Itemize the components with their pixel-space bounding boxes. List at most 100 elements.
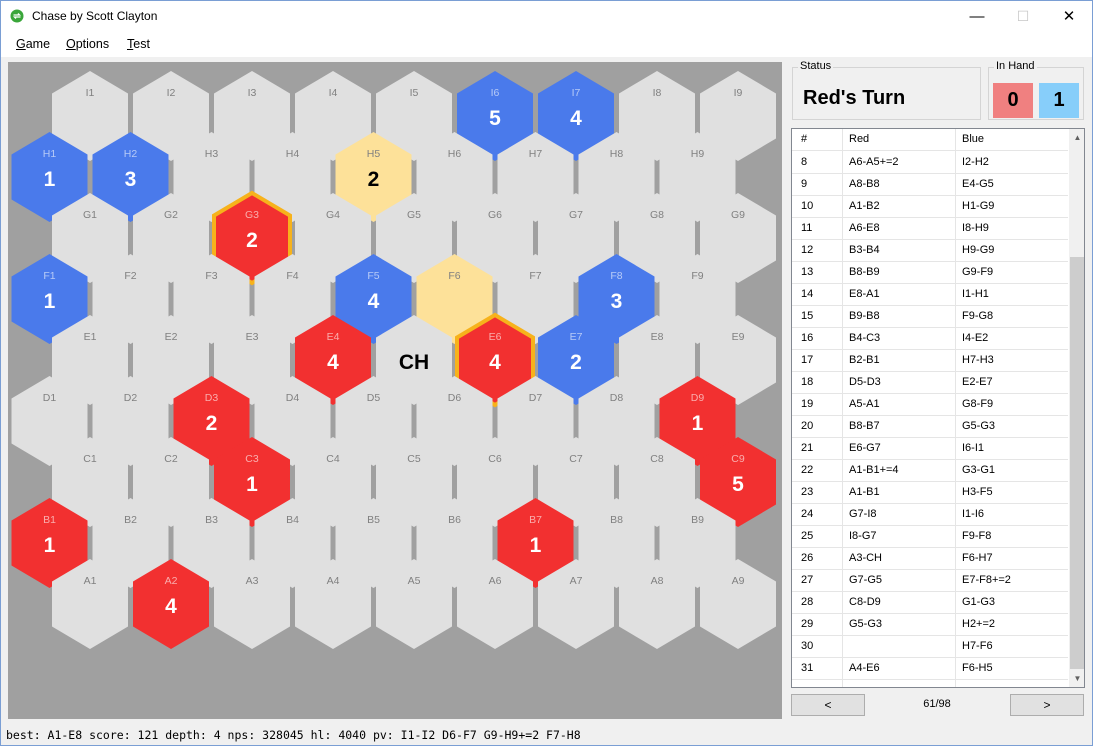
header-red[interactable]: Red bbox=[849, 133, 869, 145]
hex-label: E9 bbox=[732, 331, 745, 343]
hex-label: I5 bbox=[410, 87, 419, 99]
blue-move: F9-G8 bbox=[962, 310, 994, 322]
piece-value: 1 bbox=[44, 290, 56, 313]
minimize-button[interactable]: — bbox=[954, 1, 1000, 32]
hex-label: E3 bbox=[246, 331, 259, 343]
hex-label: F9 bbox=[691, 270, 703, 282]
red-move: A6-E8 bbox=[849, 222, 880, 234]
hex-label: G2 bbox=[164, 209, 178, 221]
move-row[interactable]: 26 A3-CH F6-H7 bbox=[792, 548, 1068, 570]
menu-options[interactable]: Options bbox=[66, 37, 109, 51]
piece-value: 4 bbox=[368, 290, 380, 313]
engine-status: best: A1-E8 score: 121 depth: 4 nps: 328… bbox=[6, 728, 581, 742]
hex-label: F7 bbox=[529, 270, 541, 282]
hex-label: D4 bbox=[286, 392, 300, 404]
move-row[interactable]: 17 B2-B1 H7-H3 bbox=[792, 350, 1068, 372]
hex-label: A9 bbox=[732, 575, 745, 587]
previous-move-button[interactable]: < bbox=[791, 694, 865, 716]
hex-label: A5 bbox=[408, 575, 421, 587]
move-row[interactable]: 15 B9-B8 F9-G8 bbox=[792, 306, 1068, 328]
hex-label: F1 bbox=[43, 270, 55, 282]
blue-move: F6-H7 bbox=[962, 552, 993, 564]
blue-move: I1-I6 bbox=[962, 508, 985, 520]
move-row[interactable]: 16 B4-C3 I4-E2 bbox=[792, 328, 1068, 350]
red-move: A1-B2 bbox=[849, 200, 880, 212]
hex-label: D9 bbox=[691, 392, 705, 404]
move-row[interactable]: 31 A4-E6 F6-H5 bbox=[792, 658, 1068, 680]
move-list-scrollbar[interactable]: ▲ ▼ bbox=[1069, 129, 1084, 687]
move-number: 11 bbox=[801, 222, 813, 234]
red-move: B8-B7 bbox=[849, 420, 880, 432]
hex-label: H6 bbox=[448, 148, 462, 160]
hex-label: D6 bbox=[448, 392, 462, 404]
hex-label: B6 bbox=[448, 514, 461, 526]
menu-test[interactable]: Test bbox=[127, 37, 150, 51]
piece-value: 2 bbox=[206, 412, 218, 435]
title-bar[interactable]: Chase by Scott Clayton — ☐ ✕ bbox=[1, 1, 1092, 32]
red-move: B9-B8 bbox=[849, 310, 880, 322]
red-in-hand: 0 bbox=[993, 83, 1033, 118]
blue-move: I8-H9 bbox=[962, 222, 989, 234]
menu-game[interactable]: Game bbox=[16, 37, 50, 51]
move-row[interactable]: 14 E8-A1 I1-H1 bbox=[792, 284, 1068, 306]
red-move: A1-B1+=4 bbox=[849, 464, 899, 476]
move-row[interactable]: 21 E6-G7 I6-I1 bbox=[792, 438, 1068, 460]
scroll-down-icon[interactable]: ▼ bbox=[1069, 670, 1084, 687]
hex-label: A3 bbox=[246, 575, 259, 587]
move-row[interactable]: 8 A6-A5+=2 I2-H2 bbox=[792, 152, 1068, 174]
piece-value: 1 bbox=[246, 473, 258, 496]
move-number: 16 bbox=[801, 332, 814, 344]
piece-value: 1 bbox=[44, 534, 56, 557]
move-number: 24 bbox=[801, 508, 814, 520]
piece-value: 4 bbox=[570, 107, 582, 130]
move-row[interactable]: 24 G7-I8 I1-I6 bbox=[792, 504, 1068, 526]
status-panel: Status Red's Turn bbox=[792, 60, 981, 120]
red-move: B8-B9 bbox=[849, 266, 880, 278]
scroll-thumb[interactable] bbox=[1070, 257, 1084, 669]
red-move: E6-G7 bbox=[849, 442, 881, 454]
red-move: A5-A1 bbox=[849, 398, 880, 410]
move-row[interactable]: 20 B8-B7 G5-G3 bbox=[792, 416, 1068, 438]
hex-label: A8 bbox=[651, 575, 664, 587]
move-row[interactable]: 9 A8-B8 E4-G5 bbox=[792, 174, 1068, 196]
move-row[interactable]: 19 A5-A1 G8-F9 bbox=[792, 394, 1068, 416]
red-move: C8-D9 bbox=[849, 596, 881, 608]
move-row[interactable]: 12 B3-B4 H9-G9 bbox=[792, 240, 1068, 262]
next-move-button[interactable]: > bbox=[1010, 694, 1084, 716]
maximize-button[interactable]: ☐ bbox=[1000, 1, 1046, 32]
move-row[interactable]: 22 A1-B1+=4 G3-G1 bbox=[792, 460, 1068, 482]
hex-label: A6 bbox=[489, 575, 502, 587]
blue-move: H7-F6 bbox=[962, 640, 993, 652]
hex-label: H7 bbox=[529, 148, 543, 160]
piece-value: 3 bbox=[125, 168, 137, 191]
hex-label: I3 bbox=[248, 87, 257, 99]
move-row[interactable]: 28 C8-D9 G1-G3 bbox=[792, 592, 1068, 614]
hex-label: H5 bbox=[367, 148, 381, 160]
scroll-up-icon[interactable]: ▲ bbox=[1069, 129, 1084, 146]
move-row[interactable]: 27 G7-G5 E7-F8+=2 bbox=[792, 570, 1068, 592]
header-blue[interactable]: Blue bbox=[962, 133, 984, 145]
hex-label: F6 bbox=[448, 270, 460, 282]
move-row[interactable]: 29 G5-G3 H2+=2 bbox=[792, 614, 1068, 636]
blue-move: G9-F9 bbox=[962, 266, 994, 278]
blue-move: I6-I1 bbox=[962, 442, 985, 454]
move-row[interactable]: 18 D5-D3 E2-E7 bbox=[792, 372, 1068, 394]
app-window: Chase by Scott Clayton — ☐ ✕ Game Option… bbox=[0, 0, 1093, 746]
move-row[interactable]: 23 A1-B1 H3-F5 bbox=[792, 482, 1068, 504]
close-button[interactable]: ✕ bbox=[1046, 1, 1092, 32]
hex-label: C7 bbox=[569, 453, 583, 465]
move-row[interactable]: 30 H7-F6 bbox=[792, 636, 1068, 658]
blue-move: I2-H2 bbox=[962, 156, 989, 168]
red-move: B4-C3 bbox=[849, 332, 881, 344]
blue-move: H7-H3 bbox=[962, 354, 994, 366]
move-row[interactable]: 10 A1-B2 H1-G9 bbox=[792, 196, 1068, 218]
hex-label: B8 bbox=[610, 514, 623, 526]
move-row[interactable]: 13 B8-B9 G9-F9 bbox=[792, 262, 1068, 284]
header-number[interactable]: # bbox=[801, 133, 807, 145]
move-number: 22 bbox=[801, 464, 814, 476]
move-row[interactable]: 25 I8-G7 F9-F8 bbox=[792, 526, 1068, 548]
move-row[interactable]: 11 A6-E8 I8-H9 bbox=[792, 218, 1068, 240]
hex-label: B5 bbox=[367, 514, 380, 526]
hex-label: B4 bbox=[286, 514, 299, 526]
move-history-list[interactable]: # Red Blue 8 A6-A5+=2 I2-H2 9 A8-B8 E4-G5 10 A1… bbox=[791, 128, 1085, 688]
